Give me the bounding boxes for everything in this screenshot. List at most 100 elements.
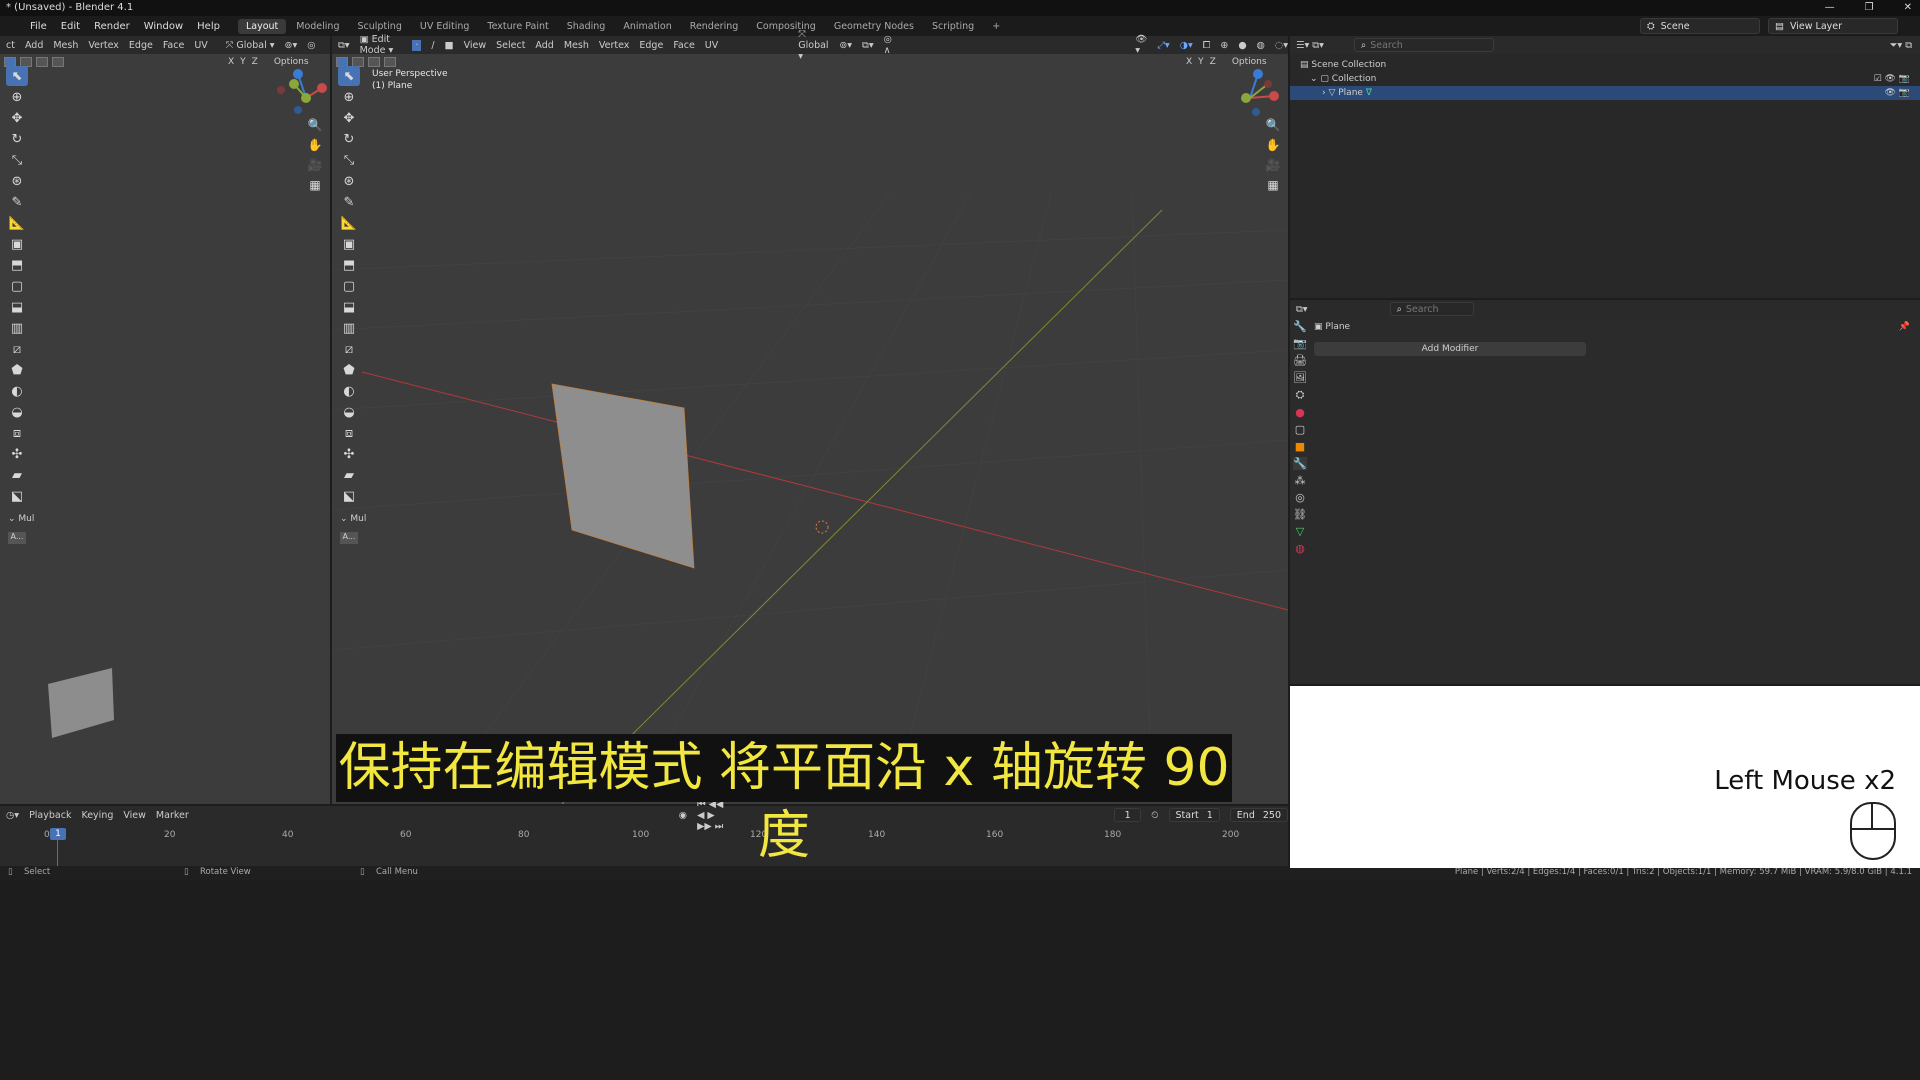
main-spin-icon[interactable]: ◐ <box>338 381 360 401</box>
tab-animation[interactable]: Animation <box>615 19 679 34</box>
view-layer-tab-icon[interactable]: 🖼 <box>1293 371 1307 384</box>
zoom-icon[interactable]: 🔍 <box>1264 116 1282 134</box>
menu-face[interactable]: Face <box>673 40 694 51</box>
autokey-icon[interactable]: ◉ <box>679 810 687 821</box>
start-frame-field[interactable]: Start 1 <box>1168 808 1220 822</box>
overlay-toggle-icon[interactable]: ◑▾ <box>1180 40 1193 51</box>
add-cube-icon[interactable]: ▣ <box>6 234 28 254</box>
main-cursor-icon[interactable]: ⊕ <box>338 87 360 107</box>
menu-select[interactable]: Select <box>496 40 525 51</box>
view-layer-selector[interactable]: ▤ View Layer <box>1768 18 1898 34</box>
output-tab-icon[interactable]: 🖨 <box>1293 354 1307 367</box>
shading-render-icon[interactable]: ◌▾ <box>1275 40 1288 51</box>
select-mode-edge-icon[interactable]: / <box>431 40 434 51</box>
main-poly-build-icon[interactable]: ⬟ <box>338 360 360 380</box>
plane-visibility-icon[interactable]: 👁 📷 <box>1885 86 1911 100</box>
spin-icon[interactable]: ◐ <box>6 381 28 401</box>
tab-sculpting[interactable]: Sculpting <box>349 19 409 34</box>
menu-window[interactable]: Window <box>144 21 183 32</box>
menu-help[interactable]: Help <box>197 21 220 32</box>
move-icon[interactable]: ✥ <box>6 108 28 128</box>
extrude-icon[interactable]: ⬒ <box>6 255 28 275</box>
main-move-icon[interactable]: ✥ <box>338 108 360 128</box>
left-select-extend-icon[interactable] <box>52 57 64 67</box>
left-proportional-icon[interactable]: ◎ <box>307 40 315 51</box>
xray-icon[interactable]: ⧠ <box>1203 40 1211 51</box>
menu-add[interactable]: Add <box>535 40 553 51</box>
main-transform-icon[interactable]: ⊛ <box>338 171 360 191</box>
select-mode-invert-icon[interactable] <box>384 57 396 67</box>
data-tab-icon[interactable]: ▽ <box>1296 525 1304 538</box>
left-last-op-panel[interactable]: ⌄ Mul <box>8 514 34 524</box>
main-extrude-icon[interactable]: ⬒ <box>338 255 360 275</box>
left-menu-mesh[interactable]: Mesh <box>53 40 78 51</box>
left-menu-add[interactable]: Add <box>25 40 43 51</box>
outliner-filter-icon[interactable]: ⏷▾ ⧉ <box>1890 40 1912 51</box>
outliner-row-plane[interactable]: › ▽ Plane ∇ 👁 📷 <box>1290 86 1920 100</box>
main-scale-icon[interactable]: ⤡ <box>338 150 360 170</box>
rip-icon[interactable]: ⬕ <box>6 486 28 506</box>
main-edge-slide-icon[interactable]: ⧈ <box>338 423 360 443</box>
pan-icon[interactable]: ✋ <box>1264 136 1282 154</box>
main-shrink-fatten-icon[interactable]: ✣ <box>338 444 360 464</box>
select-mode-subtract-icon[interactable] <box>368 57 380 67</box>
mirror-x[interactable]: X <box>1186 57 1192 67</box>
scale-icon[interactable]: ⤡ <box>6 150 28 170</box>
tab-uv-editing[interactable]: UV Editing <box>412 19 478 34</box>
left-last-op-button[interactable]: A... <box>8 532 26 544</box>
smooth-icon[interactable]: ◒ <box>6 402 28 422</box>
render-tab-icon[interactable]: 📷 <box>1293 337 1307 350</box>
modifier-tab-icon[interactable]: 🔧 <box>1293 457 1307 470</box>
transform-icon[interactable]: ⊛ <box>6 171 28 191</box>
end-frame-field[interactable]: End 250 <box>1229 808 1288 822</box>
tab-texture-paint[interactable]: Texture Paint <box>479 19 556 34</box>
menu-view[interactable]: View <box>464 40 487 51</box>
knife-icon[interactable]: ⧄ <box>6 339 28 359</box>
select-mode-face-icon[interactable]: ■ <box>445 40 454 51</box>
left-mirror-x[interactable]: X <box>228 57 234 67</box>
mirror-z[interactable]: Z <box>1210 57 1216 67</box>
pin-icon[interactable]: 📌 <box>1899 322 1910 332</box>
particles-tab-icon[interactable]: ⁂ <box>1295 474 1306 487</box>
rotate-icon[interactable]: ↻ <box>6 129 28 149</box>
left-transform-orientation[interactable]: ⤧ Global ▾ <box>226 40 275 51</box>
cursor-icon[interactable]: ⊕ <box>6 87 28 107</box>
outliner-row-scene-collection[interactable]: ▤ Scene Collection <box>1300 58 1910 72</box>
left-pan-icon[interactable]: ✋ <box>306 136 324 154</box>
left-menu-face[interactable]: Face <box>163 40 184 51</box>
tool-tab-icon[interactable]: 🔧 <box>1293 320 1307 333</box>
measure-icon[interactable]: 📐 <box>6 213 28 233</box>
main-rotate-icon[interactable]: ↻ <box>338 129 360 149</box>
object-tab-icon[interactable]: ■ <box>1295 440 1305 453</box>
left-grid-icon[interactable]: ▦ <box>306 176 324 194</box>
main-inset-icon[interactable]: ▢ <box>338 276 360 296</box>
left-menu-edge[interactable]: Edge <box>129 40 153 51</box>
clock-icon[interactable]: ⏲ <box>1151 810 1158 821</box>
select-box-icon[interactable]: ⬉ <box>6 66 28 86</box>
poly-build-icon[interactable]: ⬟ <box>6 360 28 380</box>
viewport-scene[interactable] <box>332 70 1288 804</box>
loop-cut-icon[interactable]: ▥ <box>6 318 28 338</box>
visibility-icon[interactable]: 👁▾ <box>1135 34 1147 56</box>
menu-edge[interactable]: Edge <box>639 40 663 51</box>
edge-slide-icon[interactable]: ⧈ <box>6 423 28 443</box>
constraints-tab-icon[interactable]: ⛓ <box>1293 508 1307 521</box>
outliner-type-icon[interactable]: ☰▾ ⧉▾ <box>1296 40 1324 51</box>
shading-material-icon[interactable]: ◍ <box>1257 40 1265 51</box>
menu-keying[interactable]: Keying <box>81 810 113 821</box>
left-menu-vertex[interactable]: Vertex <box>88 40 119 51</box>
menu-edit[interactable]: Edit <box>61 21 80 32</box>
main-select-box-icon[interactable]: ⬉ <box>338 66 360 86</box>
pivot-icon[interactable]: ⊚▾ <box>839 40 852 51</box>
main-shear-icon[interactable]: ▰ <box>338 465 360 485</box>
main-last-op-button[interactable]: A... <box>340 532 358 544</box>
left-camera-icon[interactable]: 🎥 <box>306 156 324 174</box>
physics-tab-icon[interactable]: ◎ <box>1295 491 1305 504</box>
restore-icon[interactable]: ❐ <box>1865 0 1874 16</box>
annotate-icon[interactable]: ✎ <box>6 192 28 212</box>
left-snap-icon[interactable]: ⊚▾ <box>285 40 298 51</box>
world-tab-icon[interactable]: ● <box>1295 406 1305 419</box>
shading-wire-icon[interactable]: ⊕ <box>1220 40 1228 51</box>
left-viewport[interactable]: ct Add Mesh Vertex Edge Face UV ⤧ Global… <box>0 36 330 804</box>
tab-geometry-nodes[interactable]: Geometry Nodes <box>826 19 922 34</box>
